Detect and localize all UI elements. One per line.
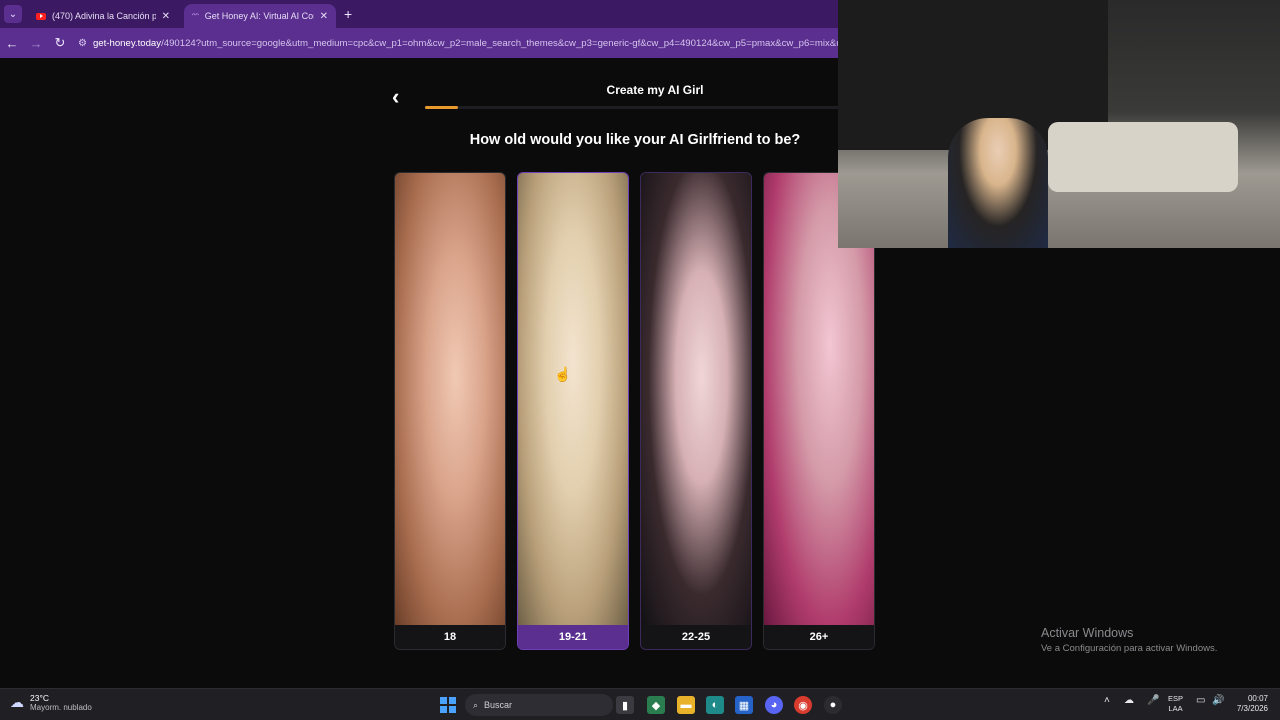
microphone-icon[interactable]: 🎤 xyxy=(1147,695,1159,706)
url-host: get-honey.today xyxy=(92,37,162,49)
screen: ⌄ (470) Adivina la Canción por su ✕ ᵔᵔ G… xyxy=(0,0,1280,720)
honey-icon: ᵔᵔ xyxy=(192,11,199,21)
age-option-card[interactable]: 18 xyxy=(394,172,506,650)
network-icon[interactable]: ☁ xyxy=(1124,695,1134,706)
age-option-card[interactable]: 22-25 xyxy=(640,172,752,650)
clock[interactable]: 00:07 7/3/2026 xyxy=(1226,694,1268,714)
progress-bar xyxy=(425,106,838,109)
tab-title: Get Honey AI: Virtual AI Compa xyxy=(204,11,314,21)
option-label: 18 xyxy=(395,625,505,649)
tab-search-icon[interactable]: ⌄ xyxy=(4,5,22,23)
option-image xyxy=(395,173,505,626)
back-chevron-icon[interactable]: ‹ xyxy=(392,84,399,110)
language-code: ESP xyxy=(1168,694,1184,703)
site-settings-icon[interactable]: ⚙ xyxy=(78,38,87,49)
clock-time: 00:07 xyxy=(1247,694,1268,703)
discord-icon[interactable]: ◕ xyxy=(765,696,783,714)
page-title: Create my AI Girl xyxy=(606,83,704,97)
question-heading: How old would you like your AI Girlfrien… xyxy=(469,132,801,148)
language-indicator[interactable]: ESP LAA xyxy=(1168,694,1183,714)
option-image xyxy=(518,173,628,626)
close-icon[interactable]: ✕ xyxy=(320,11,328,22)
browser-tab-bar: ⌄ (470) Adivina la Canción por su ✕ ᵔᵔ G… xyxy=(0,0,838,28)
browser-toolbar: ← → ↻ ⚙ get-honey.today /490124?utm_sour… xyxy=(0,28,838,58)
option-label: 19-21 xyxy=(518,625,628,649)
windows-start-icon[interactable] xyxy=(440,697,456,713)
age-option-card[interactable]: 19-21 xyxy=(517,172,629,650)
tab-title: (470) Adivina la Canción por su xyxy=(52,11,156,21)
clock-date: 7/3/2026 xyxy=(1236,704,1268,713)
chrome-icon[interactable]: ◉ xyxy=(794,696,812,714)
reload-icon[interactable]: ↻ xyxy=(48,35,72,51)
webcam-person xyxy=(948,118,1048,248)
address-bar[interactable]: ⚙ get-honey.today /490124?utm_source=goo… xyxy=(78,32,838,54)
search-icon: ⌕ xyxy=(473,699,479,710)
weather-condition: Mayorm. nublado xyxy=(30,703,92,712)
progress-fill xyxy=(425,106,459,109)
watermark-title: Activar Windows xyxy=(1041,626,1134,640)
close-icon[interactable]: ✕ xyxy=(162,11,170,22)
windows-taskbar: ☁ 23°C Mayorm. nublado ⌕ Buscar ▮ ◆ ▬ ◐ … xyxy=(0,688,1280,720)
url-path: /490124?utm_source=google&utm_medium=cpc… xyxy=(161,37,838,49)
file-explorer-icon[interactable]: ▬ xyxy=(677,696,695,714)
search-placeholder: Buscar xyxy=(484,700,513,710)
weather-temperature: 23°C xyxy=(30,693,49,703)
tab-get-honey[interactable]: ᵔᵔ Get Honey AI: Virtual AI Compa ✕ xyxy=(184,4,336,28)
youtube-icon xyxy=(36,12,46,20)
keyboard-layout: LAA xyxy=(1168,704,1183,713)
store-icon[interactable]: ▦ xyxy=(735,696,753,714)
web-page: ‹ Create my AI Girl How old would you li… xyxy=(0,58,875,688)
mouse-cursor-icon: ☝ xyxy=(554,366,572,382)
cloud-icon: ☁ xyxy=(10,694,24,710)
webcam-overlay xyxy=(838,0,1280,248)
chevron-up-icon[interactable]: ˄ xyxy=(1104,695,1110,706)
webcam-sofa xyxy=(1048,122,1238,192)
option-label: 26+ xyxy=(764,625,874,649)
monitor-icon[interactable]: ▭ xyxy=(1196,695,1205,706)
windows-activation-watermark: Activar Windows Ve a Configuración para … xyxy=(1041,626,1217,654)
widgets-icon[interactable]: ◆ xyxy=(647,696,665,714)
tab-youtube[interactable]: (470) Adivina la Canción por su ✕ xyxy=(28,4,178,28)
new-tab-icon[interactable]: + xyxy=(344,6,352,22)
option-label: 22-25 xyxy=(641,625,751,649)
taskbar-search[interactable]: ⌕ Buscar xyxy=(465,694,613,716)
watermark-subtitle: Ve a Configuración para activar Windows. xyxy=(1041,643,1218,654)
task-view-icon[interactable]: ▮ xyxy=(616,696,634,714)
edge-browser-icon[interactable]: ◐ xyxy=(706,696,724,714)
back-arrow-icon[interactable]: ← xyxy=(0,36,24,51)
weather-widget[interactable]: ☁ 23°C Mayorm. nublado xyxy=(10,693,92,712)
option-image xyxy=(641,173,751,626)
volume-icon[interactable]: 🔊 xyxy=(1212,695,1224,706)
forward-arrow-icon[interactable]: → xyxy=(24,36,48,51)
app-icon[interactable]: ● xyxy=(824,696,842,714)
